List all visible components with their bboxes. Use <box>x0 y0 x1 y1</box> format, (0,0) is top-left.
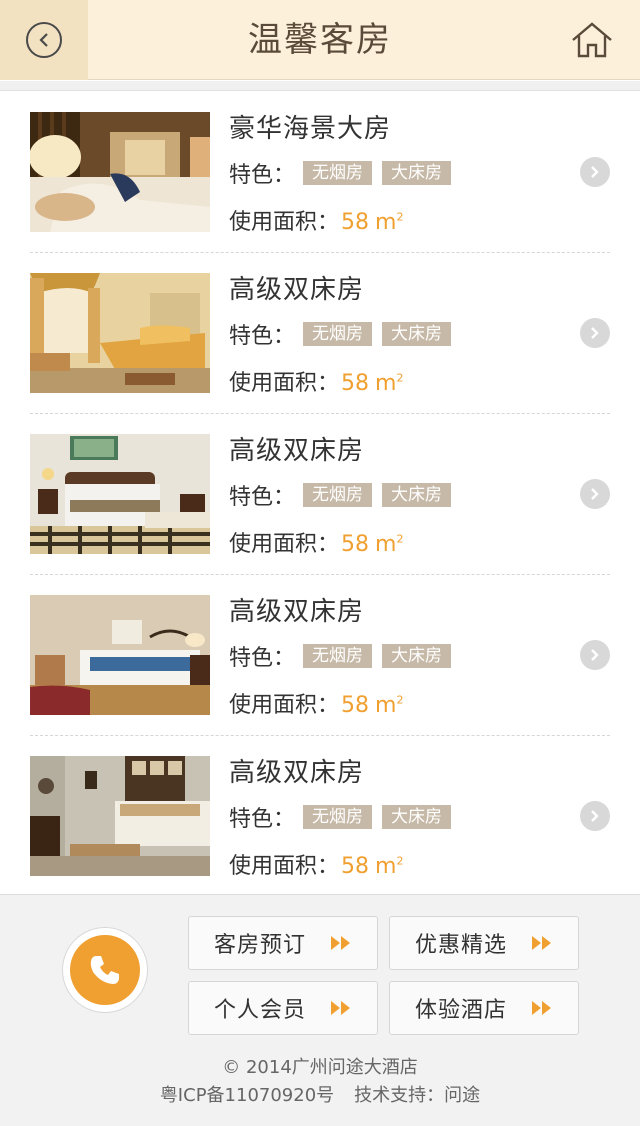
room-name: 高级双床房 <box>229 597 365 627</box>
area-value: 58 <box>341 854 370 879</box>
chevron-right-icon <box>591 327 599 339</box>
nav-label: 个人会员 <box>213 998 306 1023</box>
feature-label: 特色： <box>229 646 296 671</box>
tag-king-bed: 大床房 <box>382 322 451 346</box>
nav-special-offers-button[interactable]: 优惠精选 <box>389 916 579 970</box>
header-divider <box>0 81 640 91</box>
room-photo <box>30 434 210 554</box>
area-label: 使用面积： <box>229 532 340 557</box>
back-button[interactable] <box>0 0 88 80</box>
icp-number: 粤ICP备11070920号 <box>159 1085 335 1106</box>
room-name: 豪华海景大房 <box>229 114 392 144</box>
copyright-text: © 2014广州问途大酒店 <box>222 1057 418 1078</box>
room-detail-arrow-button[interactable] <box>580 157 610 187</box>
area-value: 58 <box>341 693 370 718</box>
feature-label: 特色： <box>229 485 296 510</box>
area-unit: m2 <box>375 854 404 879</box>
nav-membership-button[interactable]: 个人会员 <box>188 981 378 1035</box>
room-features: 特色： 无烟房 大床房 <box>229 158 461 188</box>
room-photo <box>30 273 210 393</box>
nav-room-booking-button[interactable]: 客房预订 <box>188 916 378 970</box>
double-arrow-icon <box>531 1000 553 1016</box>
tag-no-smoking: 无烟房 <box>303 322 372 346</box>
room-photo <box>30 112 210 232</box>
area-value: 58 <box>341 210 370 235</box>
nav-label: 客房预订 <box>213 933 306 958</box>
double-arrow-icon <box>330 935 352 951</box>
room-area: 使用面积： 58 m2 <box>229 687 403 719</box>
room-photo <box>30 756 210 876</box>
chevron-right-icon <box>591 488 599 500</box>
tag-king-bed: 大床房 <box>382 805 451 829</box>
chevron-right-icon <box>591 166 599 178</box>
tech-support-text: 技术支持：问途 <box>354 1085 481 1106</box>
home-button[interactable] <box>570 20 614 60</box>
room-detail-arrow-button[interactable] <box>580 640 610 670</box>
icp-line: 粤ICP备11070920号 技术支持：问途 <box>0 1081 640 1107</box>
chevron-right-icon <box>591 649 599 661</box>
home-icon <box>572 22 612 58</box>
feature-label: 特色： <box>229 163 296 188</box>
tag-no-smoking: 无烟房 <box>303 483 372 507</box>
room-name: 高级双床房 <box>229 436 365 466</box>
tag-king-bed: 大床房 <box>382 161 451 185</box>
header-bar: 温馨客房 <box>0 0 640 80</box>
room-detail-arrow-button[interactable] <box>580 479 610 509</box>
area-unit: m2 <box>375 210 404 235</box>
feature-label: 特色： <box>229 807 296 832</box>
area-unit: m2 <box>375 532 404 557</box>
area-unit: m2 <box>375 371 404 396</box>
back-arrow-circle-icon <box>26 22 62 58</box>
phone-icon <box>70 935 140 1005</box>
footer: 客房预订 优惠精选 个人会员 体验酒店 © 2014广州问途大酒店 粤ICP备1… <box>0 894 640 1126</box>
room-features: 特色： 无烟房 大床房 <box>229 641 461 671</box>
area-label: 使用面积： <box>229 854 340 879</box>
tag-king-bed: 大床房 <box>382 644 451 668</box>
room-item[interactable]: 高级双床房 特色： 无烟房 大床房 使用面积： 58 m2 <box>30 414 610 575</box>
area-label: 使用面积： <box>229 371 340 396</box>
call-button[interactable] <box>62 927 148 1013</box>
tag-no-smoking: 无烟房 <box>303 161 372 185</box>
chevron-right-icon <box>591 810 599 822</box>
room-area: 使用面积： 58 m2 <box>229 365 403 397</box>
room-photo <box>30 595 210 715</box>
room-area: 使用面积： 58 m2 <box>229 526 403 558</box>
area-value: 58 <box>341 371 370 396</box>
tag-king-bed: 大床房 <box>382 483 451 507</box>
room-item[interactable]: 高级双床房 特色： 无烟房 大床房 使用面积： 58 m2 <box>30 575 610 736</box>
tag-no-smoking: 无烟房 <box>303 644 372 668</box>
area-unit: m2 <box>375 693 404 718</box>
room-name: 高级双床房 <box>229 758 365 788</box>
tag-no-smoking: 无烟房 <box>303 805 372 829</box>
room-features: 特色： 无烟房 大床房 <box>229 802 461 832</box>
room-area: 使用面积： 58 m2 <box>229 848 403 880</box>
room-features: 特色： 无烟房 大床房 <box>229 319 461 349</box>
room-item[interactable]: 高级双床房 特色： 无烟房 大床房 使用面积： 58 m2 <box>30 736 610 897</box>
room-name: 高级双床房 <box>229 275 365 305</box>
nav-hotel-experience-button[interactable]: 体验酒店 <box>389 981 579 1035</box>
feature-label: 特色： <box>229 324 296 349</box>
room-list: 豪华海景大房 特色： 无烟房 大床房 使用面积： 58 m2 高级双床房 特色：… <box>0 92 640 897</box>
page-title: 温馨客房 <box>248 20 392 60</box>
nav-label: 体验酒店 <box>414 998 507 1023</box>
area-label: 使用面积： <box>229 210 340 235</box>
area-label: 使用面积： <box>229 693 340 718</box>
double-arrow-icon <box>531 935 553 951</box>
nav-label: 优惠精选 <box>414 933 507 958</box>
room-area: 使用面积： 58 m2 <box>229 204 403 236</box>
room-detail-arrow-button[interactable] <box>580 318 610 348</box>
room-item[interactable]: 豪华海景大房 特色： 无烟房 大床房 使用面积： 58 m2 <box>30 92 610 253</box>
area-value: 58 <box>341 532 370 557</box>
room-detail-arrow-button[interactable] <box>580 801 610 831</box>
room-features: 特色： 无烟房 大床房 <box>229 480 461 510</box>
double-arrow-icon <box>330 1000 352 1016</box>
room-item[interactable]: 高级双床房 特色： 无烟房 大床房 使用面积： 58 m2 <box>30 253 610 414</box>
